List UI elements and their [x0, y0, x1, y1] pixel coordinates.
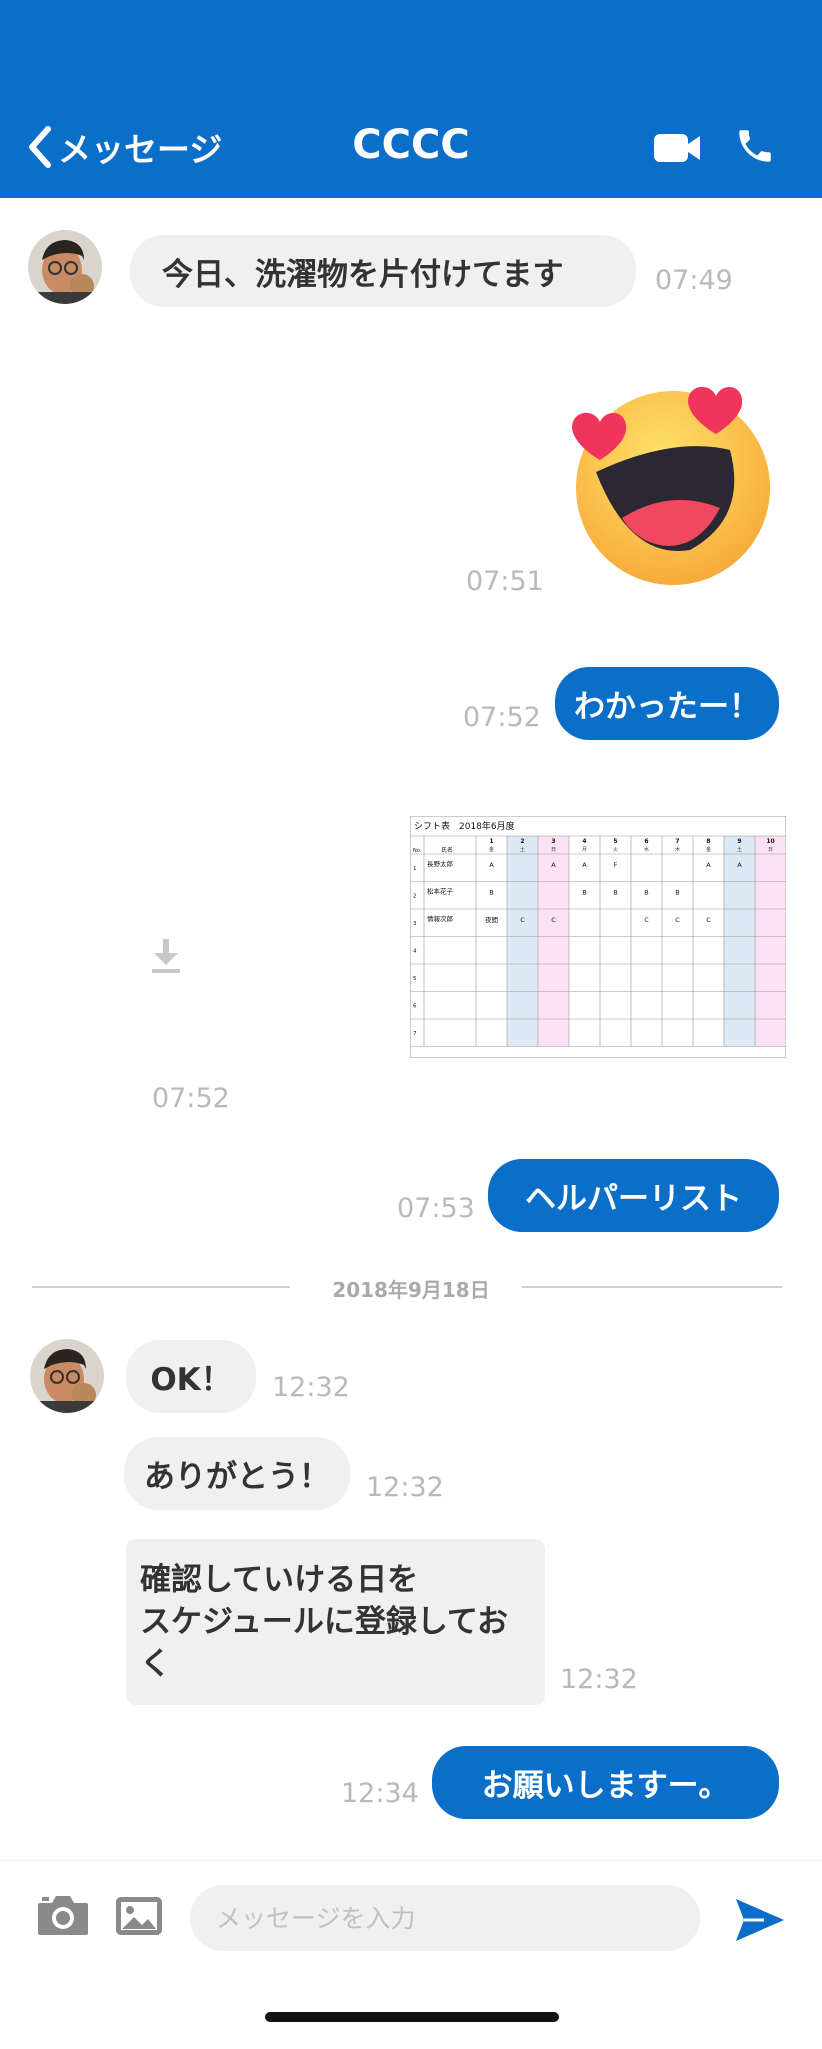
sheet-day-label: 10: [766, 838, 774, 845]
message-bubble[interactable]: 確認していける日を スケジュールに登録しておく: [126, 1539, 545, 1705]
sheet-cell-value: B: [582, 888, 586, 896]
sheet-row-no: 3: [413, 921, 417, 927]
message-bubble[interactable]: ありがとう！: [124, 1437, 350, 1510]
sheet-weekday-label: 月: [582, 847, 587, 853]
camera-icon[interactable]: [36, 1893, 90, 1937]
sheet-day-label: 4: [582, 838, 586, 845]
message-text-line: 確認していける日を: [140, 1562, 419, 1598]
message-bubble[interactable]: 今日、洗濯物を片付けてます: [130, 235, 636, 307]
sheet-day-label: 8: [706, 838, 710, 845]
sheet-cell-value: 夜間: [485, 915, 498, 924]
download-icon[interactable]: [150, 937, 182, 975]
message-timestamp: 07:53: [397, 1193, 475, 1224]
message-text: ありがとう！: [144, 1459, 330, 1495]
sheet-row-name: 長野太郎: [427, 859, 454, 868]
avatar-photo: [30, 1339, 104, 1413]
sheet-day-label: 6: [644, 838, 648, 845]
sheet-col-no: No.: [413, 848, 422, 854]
sheet-weekday-label: 日: [768, 847, 773, 853]
sheet-weekday-label: 土: [520, 846, 525, 853]
sheet-cell-value: C: [644, 916, 649, 924]
message-timestamp: 07:52: [463, 702, 541, 733]
sheet-day-label: 1: [489, 838, 493, 845]
sheet-cell-value: A: [582, 861, 587, 869]
sheet-cell-value: A: [489, 861, 494, 869]
message-text: 今日、洗濯物を片付けてます: [162, 256, 564, 293]
avatar-photo: [28, 230, 102, 304]
send-icon[interactable]: [734, 1897, 786, 1943]
sheet-weekday-label: 金: [489, 846, 494, 853]
sheet-cell-value: C: [675, 916, 680, 924]
message-timestamp: 12:32: [366, 1472, 444, 1503]
message-timestamp: 07:49: [655, 265, 733, 296]
message-bubble[interactable]: OK！: [126, 1340, 256, 1413]
sheet-weekend-column: [755, 836, 786, 1047]
message-bubble[interactable]: わかったー！: [555, 667, 779, 740]
message-bubble[interactable]: お願いしますー。: [432, 1746, 779, 1819]
message-text-line: スケジュールに登録しておく: [140, 1604, 508, 1682]
sheet-cell-value: C: [551, 916, 556, 924]
sheet-day-label: 7: [675, 838, 679, 845]
sheet-row-no: 5: [413, 976, 417, 982]
sheet-row-no: 2: [413, 893, 417, 899]
sheet-day-label: 5: [613, 838, 617, 845]
message-text: わかったー！: [574, 689, 760, 725]
message-timestamp: 07:52: [152, 1083, 230, 1114]
avatar[interactable]: [30, 1339, 104, 1413]
sheet-day-label: 9: [737, 838, 741, 845]
sheet-cell-value: F: [614, 861, 618, 869]
sheet-cell-value: B: [675, 888, 679, 896]
message-text: OK！: [150, 1362, 232, 1398]
image-icon[interactable]: [114, 1895, 164, 1937]
sheet-row-no: 4: [413, 948, 417, 954]
message-timestamp: 12:32: [560, 1664, 638, 1695]
home-indicator[interactable]: [265, 2012, 559, 2022]
sheet-weekday-label: 金: [706, 846, 711, 853]
sheet-weekday-label: 水: [644, 846, 649, 853]
message-text: お願いしますー。: [481, 1768, 730, 1804]
sheet-day-label: 3: [551, 838, 555, 845]
sheet-weekday-label: 火: [613, 847, 618, 853]
heart-eyes-emoji-sticker[interactable]: [570, 378, 776, 588]
message-timestamp: 12:32: [272, 1372, 350, 1403]
sheet-weekday-label: 木: [675, 846, 680, 853]
sheet-col-name: 氏名: [441, 846, 453, 854]
sheet-cell-value: B: [489, 888, 493, 896]
sheet-row-no: 6: [413, 1003, 417, 1009]
sheet-weekend-column: [507, 836, 538, 1047]
sheet-cell-value: B: [644, 888, 648, 896]
sheet-weekday-label: 日: [551, 847, 556, 853]
sheet-day-label: 2: [520, 838, 524, 845]
video-camera-icon[interactable]: [652, 124, 702, 170]
sheet-cell-value: C: [520, 916, 525, 924]
nav-header: メッセージ CCCC: [0, 0, 822, 198]
message-timestamp: 12:34: [341, 1778, 419, 1809]
message-text: ヘルパーリスト: [525, 1181, 742, 1217]
sheet-cell-value: C: [706, 916, 711, 924]
message-input[interactable]: [190, 1885, 700, 1951]
date-separator: 2018年9月18日: [332, 1278, 490, 1302]
message-bubble[interactable]: ヘルパーリスト: [488, 1159, 779, 1232]
message-timestamp: 07:51: [466, 566, 544, 597]
shift-table-image[interactable]: シフト表 2018年6月度 No. 氏名 1金2土3日4月5火6水7木8金9土1…: [410, 816, 786, 1058]
sheet-cell-value: B: [613, 888, 617, 896]
sheet-row-name: 情報次郎: [427, 914, 454, 923]
sheet-cell-value: A: [706, 861, 711, 869]
phone-icon[interactable]: [734, 124, 776, 168]
date-divider-line: [522, 1286, 782, 1288]
sheet-row-no: 1: [413, 866, 417, 872]
sheet-title: シフト表 2018年6月度: [414, 820, 515, 832]
sheet-cell-value: A: [551, 861, 556, 869]
sheet-row-no: 7: [413, 1031, 417, 1037]
sheet-weekday-label: 土: [737, 846, 742, 853]
avatar[interactable]: [28, 230, 102, 304]
sheet-row-name: 松本花子: [427, 886, 454, 895]
sheet-cell-value: A: [737, 861, 742, 869]
